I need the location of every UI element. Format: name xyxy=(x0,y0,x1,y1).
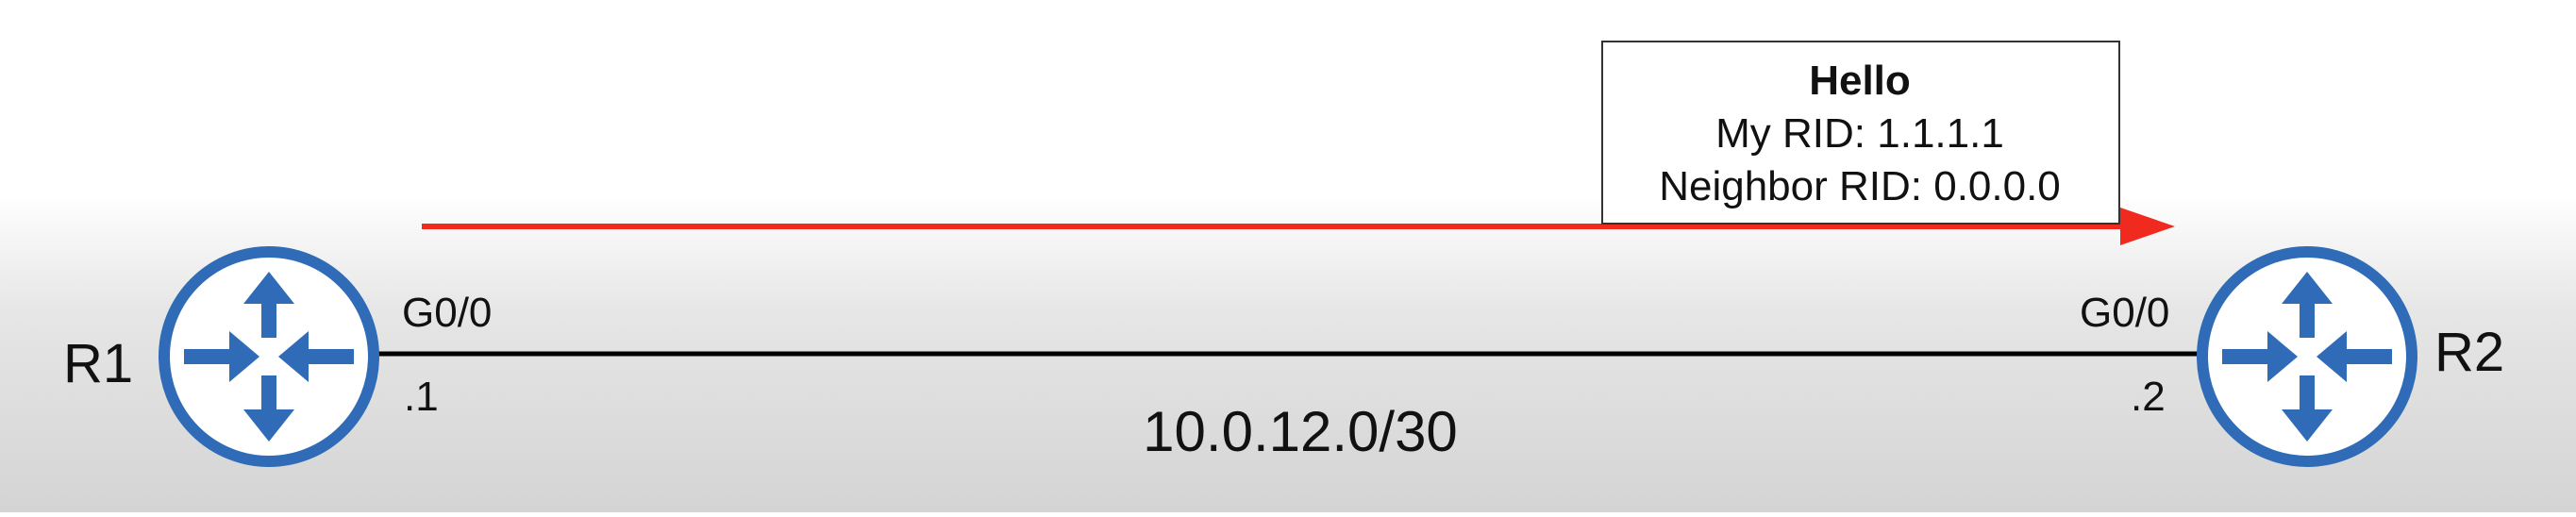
subnet-label: 10.0.12.0/30 xyxy=(1143,400,1458,463)
router-r2-label: R2 xyxy=(2434,322,2504,383)
hello-packet-title: Hello xyxy=(1809,58,1911,104)
r1-interface-label: G0/0 xyxy=(402,290,492,336)
hello-arrow-head xyxy=(2120,208,2175,245)
ospf-hello-diagram: Hello My RID: 1.1.1.1 Neighbor RID: 0.0.… xyxy=(0,0,2576,512)
hello-neighbor-rid: Neighbor RID: 0.0.0.0 xyxy=(1659,163,2061,209)
router-r1-label: R1 xyxy=(63,333,133,394)
r2-host-address: .2 xyxy=(2131,374,2166,420)
hello-my-rid: My RID: 1.1.1.1 xyxy=(1715,110,2004,157)
router-icon xyxy=(2202,252,2412,461)
router-icon xyxy=(164,252,374,461)
r2-interface-label: G0/0 xyxy=(2080,290,2169,336)
diagram-canvas: Hello My RID: 1.1.1.1 Neighbor RID: 0.0.… xyxy=(63,41,2504,512)
r1-host-address: .1 xyxy=(404,374,439,420)
